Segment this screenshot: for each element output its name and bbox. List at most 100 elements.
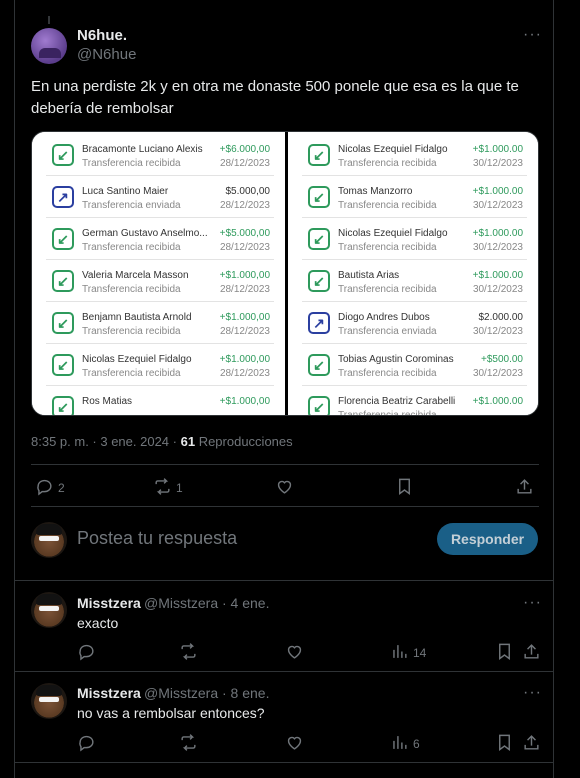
transaction-date: 28/12/2023 — [219, 368, 270, 379]
reply-icon — [77, 642, 96, 664]
bookmark-button[interactable] — [495, 733, 514, 755]
reply-author-name[interactable]: Misstzera — [77, 595, 141, 611]
views-button[interactable]: 6 — [390, 733, 420, 755]
transaction-date: 28/12/2023 — [219, 326, 270, 337]
transaction-date: 30/12/2023 — [472, 242, 523, 253]
divider — [15, 671, 553, 672]
transaction-row: ↙ Ros Matias +$1.000,00 — [46, 386, 274, 415]
transaction-row: ↗ Diogo Andres Dubos Transferencia enviada… — [302, 302, 527, 344]
author-name[interactable]: N6hue. — [77, 27, 127, 44]
transaction-row: ↙ Bautista Arias Transferencia recibida +$1… — [302, 260, 527, 302]
transaction-amount: $5.000,00 — [225, 186, 271, 197]
current-user-avatar[interactable] — [31, 522, 67, 558]
reply-button[interactable] — [77, 733, 96, 755]
repost-icon — [153, 477, 172, 499]
transaction-date: 30/12/2023 — [472, 368, 523, 379]
share-button[interactable] — [522, 642, 541, 664]
transaction-row: ↙ Bracamonte Luciano Alexis Transferencia … — [46, 134, 274, 176]
divider — [15, 762, 553, 763]
transaction-name: Valeria Marcela Masson — [82, 270, 189, 281]
views-button[interactable]: 14 — [390, 642, 426, 664]
more-icon[interactable]: ··· — [523, 26, 542, 44]
share-icon — [522, 642, 541, 664]
reply-input[interactable]: Postea tu respuesta — [77, 528, 237, 549]
reply-author-handle[interactable]: @Misstzera · 4 ene. — [144, 595, 269, 611]
post-text: En una perdiste 2k y en otra me donaste … — [31, 78, 519, 117]
media-left-panel: ↙ Bracamonte Luciano Alexis Transferencia … — [32, 132, 285, 415]
transaction-type: Transferencia recibida — [82, 368, 181, 379]
post-timestamp[interactable]: 8:35 p. m. · 3 ene. 2024 · — [31, 434, 181, 449]
views-label: Reproducciones — [198, 434, 293, 449]
arrow-in-icon: ↙ — [52, 312, 74, 334]
arrow-in-icon: ↙ — [52, 144, 74, 166]
repost-button[interactable] — [179, 642, 198, 664]
reply-button[interactable]: 2 — [35, 477, 65, 499]
transaction-type: Transferencia recibida — [82, 242, 181, 253]
transaction-name: Bracamonte Luciano Alexis — [82, 144, 203, 155]
like-button[interactable] — [275, 477, 294, 499]
transaction-name: Tomas Manzorro — [338, 186, 413, 197]
repost-icon — [179, 733, 198, 755]
share-button[interactable] — [515, 477, 534, 499]
transaction-type: Transferencia recibida — [338, 200, 437, 211]
like-button[interactable] — [285, 733, 304, 755]
transaction-row: ↙ Nicolas Ezequiel Fidalgo Transferencia r… — [46, 344, 274, 386]
transaction-name: German Gustavo Anselmo... — [82, 228, 208, 239]
bookmark-button[interactable] — [395, 477, 414, 499]
transaction-name: Nicolas Ezequiel Fidalgo — [82, 354, 192, 365]
repost-button[interactable] — [179, 733, 198, 755]
arrow-out-icon: ↗ — [308, 312, 330, 334]
arrow-in-icon: ↙ — [308, 270, 330, 292]
arrow-in-icon: ↙ — [308, 144, 330, 166]
post-media-image[interactable]: ↙ Bracamonte Luciano Alexis Transferencia … — [31, 131, 539, 416]
like-icon — [285, 642, 304, 664]
like-button[interactable] — [285, 642, 304, 664]
views-count: 61 — [180, 434, 196, 449]
transaction-type: Transferencia recibida — [338, 410, 437, 416]
transaction-name: Benjamn Bautista Arnold — [82, 312, 192, 323]
bookmark-button[interactable] — [495, 642, 514, 664]
transaction-amount: $2.000.00 — [478, 312, 524, 323]
reply-icon — [77, 733, 96, 755]
views-icon — [390, 733, 409, 755]
reply-count: 2 — [58, 481, 65, 495]
transaction-row: ↙ German Gustavo Anselmo... Transferencia … — [46, 218, 274, 260]
arrow-in-icon: ↙ — [52, 270, 74, 292]
divider — [31, 506, 539, 507]
reply-avatar[interactable] — [31, 592, 67, 628]
reply-author-handle[interactable]: @Misstzera · 8 ene. — [144, 685, 269, 701]
reply-button[interactable] — [77, 642, 96, 664]
transaction-date: 30/12/2023 — [472, 284, 523, 295]
transaction-name: Diogo Andres Dubos — [338, 312, 430, 323]
transaction-type: Transferencia recibida — [338, 242, 437, 253]
more-icon[interactable]: ··· — [523, 594, 542, 612]
transaction-name: Tobias Agustin Corominas — [338, 354, 454, 365]
divider — [31, 464, 539, 465]
transaction-name: Nicolas Ezequiel Fidalgo — [338, 228, 448, 239]
transaction-amount: +$5.000,00 — [219, 228, 270, 239]
more-icon[interactable]: ··· — [523, 684, 542, 702]
transaction-amount: +$1.000,00 — [219, 312, 270, 323]
transaction-amount: +$1.000.00 — [472, 186, 523, 197]
transaction-row: ↙ Florencia Beatriz Carabelli Transferenci… — [302, 386, 527, 416]
author-handle[interactable]: @N6hue — [77, 46, 136, 63]
transaction-type: Transferencia enviada — [82, 200, 181, 211]
author-avatar[interactable] — [31, 28, 67, 64]
transaction-date: 30/12/2023 — [472, 158, 523, 169]
reply-author-name[interactable]: Misstzera — [77, 685, 141, 701]
transaction-amount: +$1.000,00 — [219, 354, 270, 365]
reply-icon — [35, 477, 54, 499]
transaction-date: 28/12/2023 — [219, 242, 270, 253]
submit-reply-button[interactable]: Responder — [437, 523, 538, 555]
transaction-name: Luca Santino Maier — [82, 186, 169, 197]
reply-text: no vas a rembolsar entonces? — [77, 705, 265, 721]
reply-avatar[interactable] — [31, 683, 67, 719]
arrow-in-icon: ↙ — [52, 354, 74, 376]
arrow-in-icon: ↙ — [52, 396, 74, 415]
bookmark-icon — [495, 642, 514, 664]
transaction-row: ↙ Nicolas Ezequiel Fidalgo Transferencia r… — [302, 134, 527, 176]
share-button[interactable] — [522, 733, 541, 755]
repost-button[interactable]: 1 — [153, 477, 183, 499]
transaction-type: Transferencia enviada — [338, 326, 437, 337]
share-icon — [522, 733, 541, 755]
